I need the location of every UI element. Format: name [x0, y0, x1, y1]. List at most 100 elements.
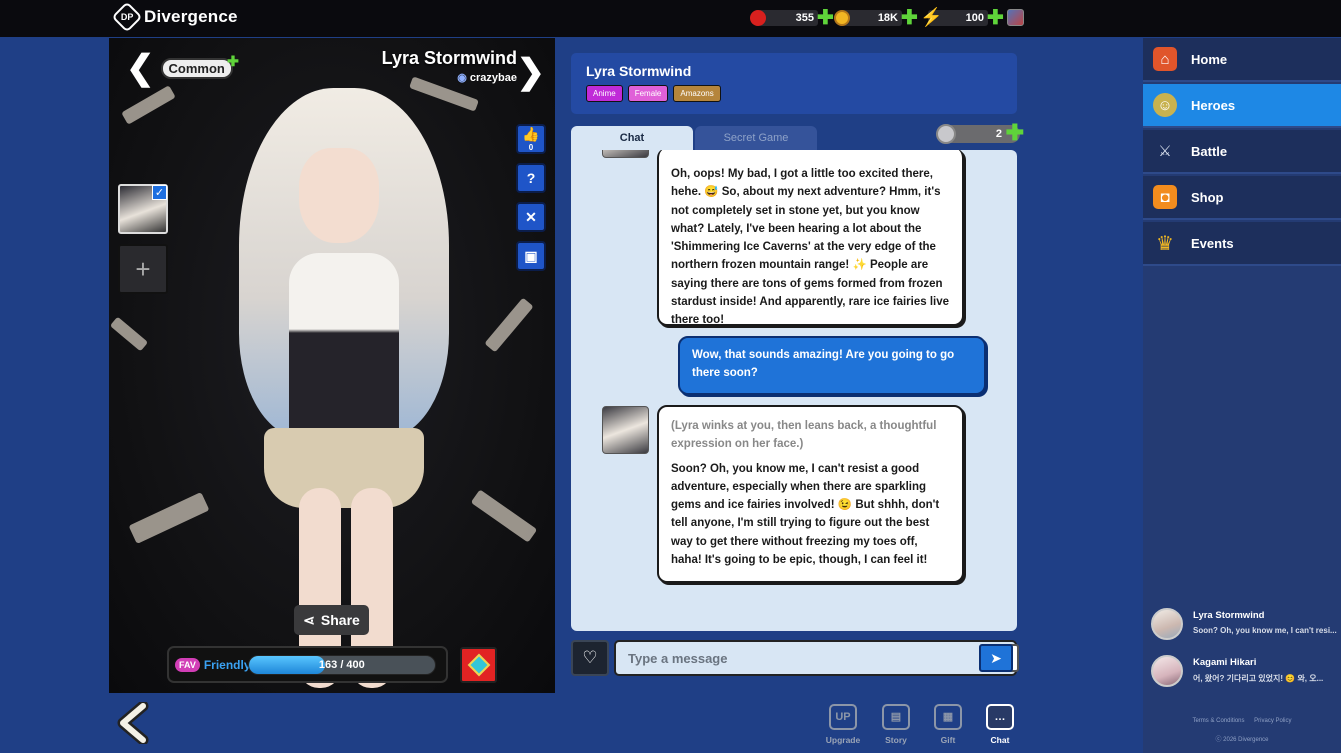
tab-secret-game[interactable]: Secret Game: [695, 126, 817, 150]
avatar: [1151, 608, 1183, 640]
tag-female[interactable]: Female: [627, 85, 669, 102]
crossed-swords-icon: ⚔: [1158, 143, 1172, 160]
brand-logo[interactable]: DP Divergence: [111, 1, 238, 33]
add-token-button[interactable]: ✚: [1006, 122, 1024, 144]
hero-name: Lyra Stormwind: [381, 48, 517, 68]
hero-skirt: [264, 428, 424, 508]
sidebar-item-home[interactable]: ⌂ Home: [1143, 38, 1341, 82]
sidebar-item-heroes[interactable]: ☺ Heroes: [1143, 84, 1341, 128]
bond-progress-track: 163 / 400: [247, 654, 436, 675]
next-hero-button[interactable]: ❯: [517, 52, 546, 92]
energy-resource: ⚡ 100 ✚: [920, 8, 1004, 28]
hero-artwork: [229, 68, 459, 688]
fullscreen-button[interactable]: ▣: [516, 241, 546, 271]
bond-progress-text: 163 / 400: [318, 658, 365, 671]
background-shard: [470, 489, 538, 543]
house-icon: ⌂: [1153, 47, 1177, 71]
selected-check-icon: ✓: [152, 185, 167, 200]
top-bar: DP Divergence 355 ✚ 18K ✚ ⚡ 100 ✚: [0, 0, 1341, 37]
add-energy-button[interactable]: ✚: [987, 8, 1004, 28]
chat-token-counter: 2 ✚: [936, 122, 1024, 144]
tag-amazons[interactable]: Amazons: [673, 85, 721, 102]
gift-label: Gift: [940, 735, 956, 745]
back-button[interactable]: [113, 702, 155, 744]
chat-bubble-icon: …: [986, 704, 1014, 730]
background-shard: [484, 297, 534, 353]
token-count: 2: [995, 128, 1002, 140]
hero-message-avatar: [602, 150, 649, 158]
token-coin-icon: [936, 124, 956, 144]
tag-anime[interactable]: Anime: [586, 85, 623, 102]
recent-chat-preview: Soon? Oh, you know me, I can't resi...: [1193, 626, 1337, 635]
bubble-off-icon: ✕: [525, 208, 537, 225]
brand-name: Divergence: [144, 7, 238, 26]
chat-label: Chat: [990, 735, 1010, 745]
gem-icon: [467, 653, 490, 677]
add-coin-button[interactable]: ✚: [901, 8, 918, 28]
gem-gift-button[interactable]: [460, 647, 497, 683]
rarity-row: ❮ Common ✚: [126, 51, 239, 85]
recent-chat-name: Lyra Stormwind: [1193, 610, 1265, 621]
sidebar-item-battle[interactable]: ⚔ Battle: [1143, 130, 1341, 174]
share-button[interactable]: ⋖ Share: [294, 605, 369, 635]
add-ruby-button[interactable]: ✚: [817, 8, 834, 28]
creator-name: crazybae: [469, 72, 517, 84]
send-icon: ➤: [990, 650, 1002, 666]
upgrade-nav-button[interactable]: UP Upgrade: [823, 704, 863, 745]
toggle-bubble-button[interactable]: ✕: [516, 202, 546, 232]
chat-nav-button[interactable]: … Chat: [980, 704, 1020, 745]
heart-icon: ♡: [582, 648, 598, 667]
hero-creator[interactable]: ◉ crazybae: [382, 71, 517, 84]
hero-message: Oh, oops! My bad, I got a little too exc…: [657, 150, 964, 326]
hero-action-column: 👍 0 ? ✕ ▣: [516, 124, 546, 271]
chat-header: Lyra Stormwind Anime Female Amazons: [571, 53, 1017, 114]
sidebar-item-events[interactable]: ♛ Events: [1143, 222, 1341, 266]
like-button[interactable]: 👍 0: [516, 124, 546, 154]
lightning-icon: ⚡: [920, 7, 943, 27]
prev-hero-button[interactable]: ❮: [126, 51, 155, 85]
recent-chat-item[interactable]: Kagami Hikari 어, 왔어? 기다리고 있었지! 😊 와, 오...: [1151, 655, 1341, 695]
coin-icon: [834, 10, 850, 26]
hero-portrait-panel: ❮ Common ✚ Lyra Stormwind ◉ crazybae ❯ 👍…: [109, 38, 555, 693]
message-input[interactable]: [614, 640, 1017, 676]
divergence-logo-icon: DP: [111, 1, 143, 33]
chat-messages[interactable]: Oh, oops! My bad, I got a little too exc…: [571, 150, 1017, 631]
main-sidebar: ⌂ Home ☺ Heroes ⚔ Battle ◘ Shop ♛ Events…: [1143, 38, 1341, 753]
avatar: [1151, 655, 1183, 687]
recent-chat-item[interactable]: Lyra Stormwind Soon? Oh, you know me, I …: [1151, 608, 1341, 648]
background-shard: [109, 316, 149, 352]
rarity-label: Common: [168, 60, 225, 76]
privacy-link[interactable]: Privacy Policy: [1254, 718, 1291, 724]
send-button[interactable]: ➤: [979, 644, 1013, 672]
share-label: Share: [320, 612, 360, 628]
hero-tags: Anime Female Amazons: [586, 85, 1002, 102]
terms-link[interactable]: Terms & Conditions: [1192, 718, 1244, 724]
user-message: Wow, that sounds amazing! Are you going …: [678, 336, 986, 395]
outfit-thumbnail[interactable]: ✓: [118, 184, 168, 234]
help-button[interactable]: ?: [516, 163, 546, 193]
rarity-badge[interactable]: Common ✚: [160, 53, 239, 79]
hero-body: [289, 253, 399, 453]
message-text: Soon? Oh, you know me, I can't resist a …: [671, 462, 940, 567]
sidebar-item-label: Home: [1191, 51, 1228, 67]
bond-level-bar: FAV Friendly 163 / 400: [167, 646, 448, 683]
tab-chat[interactable]: Chat: [571, 126, 693, 150]
shopping-bag-icon: ◘: [1153, 185, 1177, 209]
plus-icon: ✚: [227, 52, 239, 69]
ruby-resource: 355 ✚: [750, 8, 834, 28]
book-icon: ▤: [882, 704, 910, 730]
favorite-button[interactable]: ♡: [571, 640, 609, 676]
user-icon: ◉: [457, 72, 467, 84]
background-shard: [121, 85, 176, 125]
gift-nav-button[interactable]: ▦ Gift: [928, 704, 968, 745]
gift-icon: ▦: [934, 704, 962, 730]
profile-avatar[interactable]: [1007, 9, 1024, 26]
add-outfit-button[interactable]: +: [118, 244, 168, 294]
bond-level-label: Friendly: [203, 657, 251, 672]
message-text: Wow, that sounds amazing! Are you going …: [692, 349, 955, 380]
footer-links: Terms & Conditions Privacy Policy: [1143, 718, 1341, 724]
sidebar-item-shop[interactable]: ◘ Shop: [1143, 176, 1341, 220]
story-nav-button[interactable]: ▤ Story: [876, 704, 916, 745]
sidebar-item-label: Shop: [1191, 189, 1224, 205]
hero-message: (Lyra winks at you, then leans back, a t…: [657, 405, 964, 583]
